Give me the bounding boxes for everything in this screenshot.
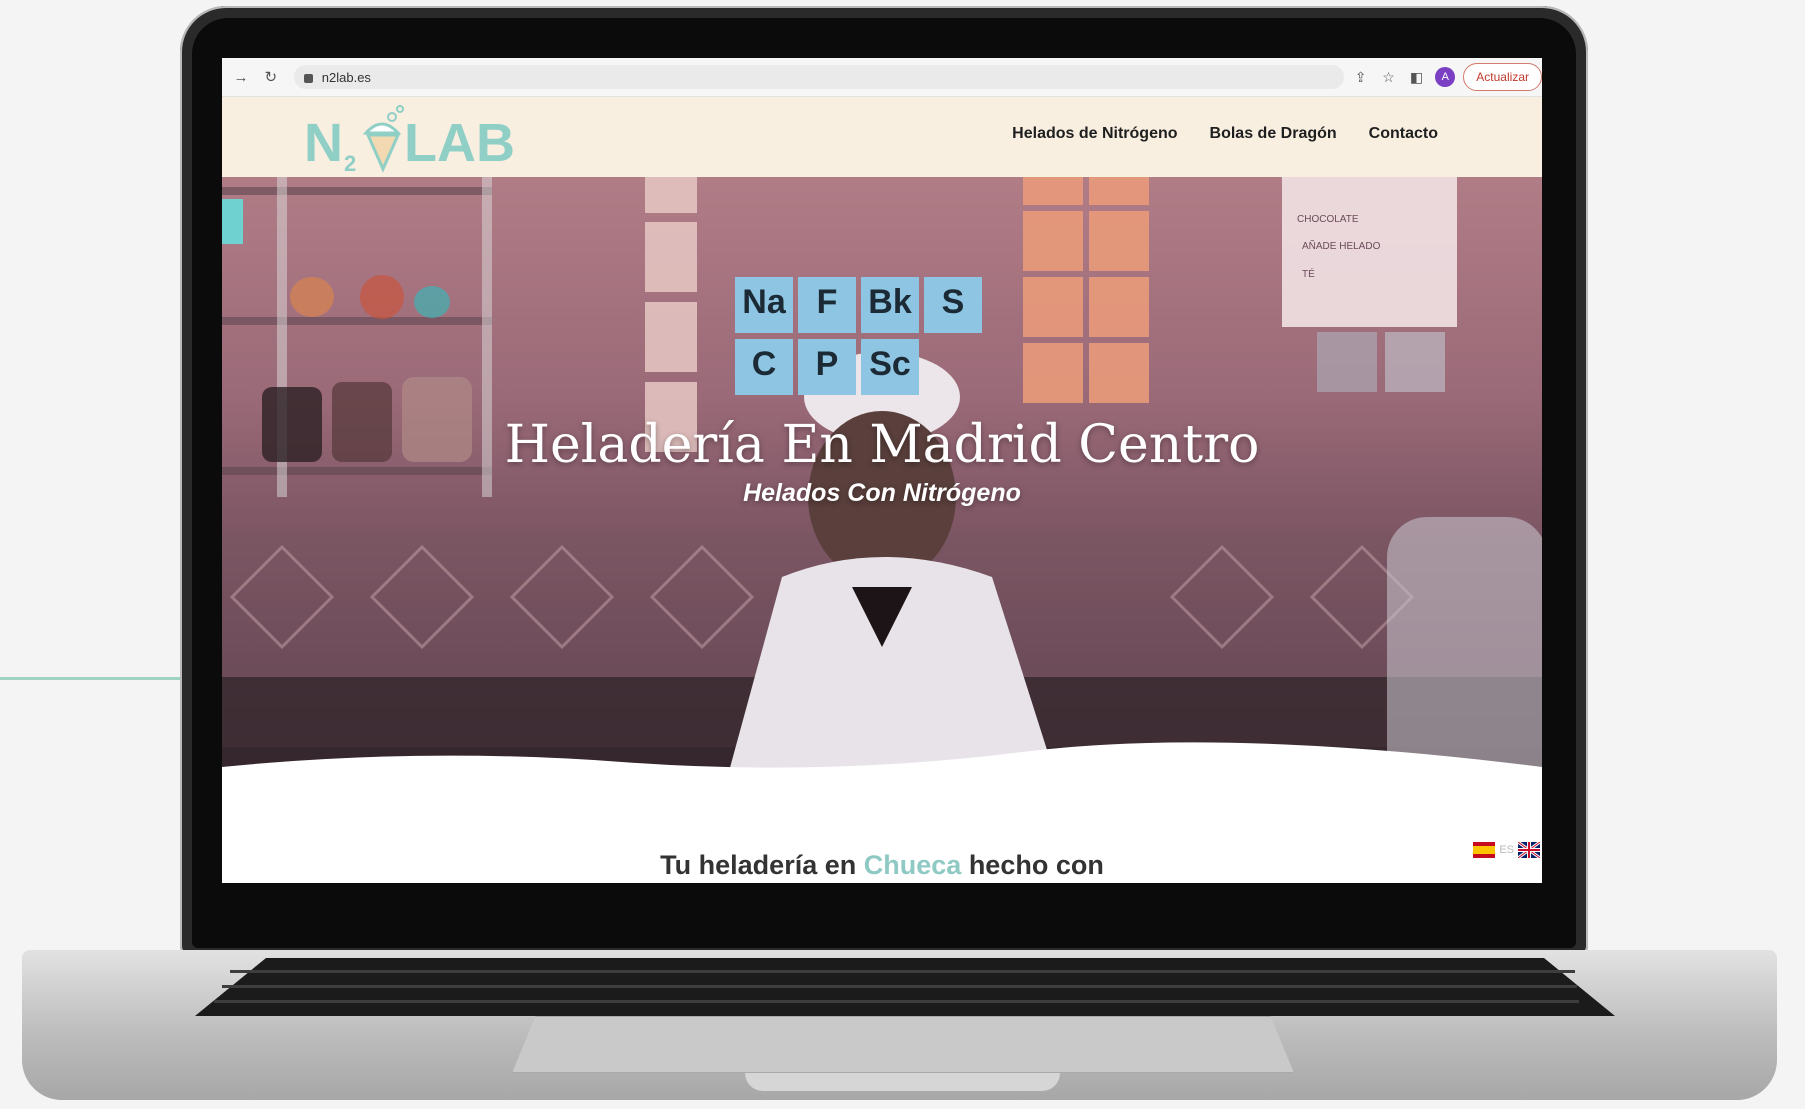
element-c: C bbox=[751, 345, 777, 383]
lang-es[interactable]: ES bbox=[1499, 844, 1514, 856]
hero-section: CHOCOLATE AÑADE HELADO TÉ Na F Bk S C P … bbox=[222, 177, 1542, 797]
n2lab-logo[interactable]: N 2 LAB bbox=[304, 105, 524, 175]
site-header: N 2 LAB Helados de Nitrógeno Bolas de Dr… bbox=[222, 97, 1542, 177]
forward-icon[interactable]: → bbox=[230, 66, 252, 88]
intro-heading: Tu heladería en Chueca hecho con bbox=[222, 850, 1542, 881]
language-switcher: ES bbox=[1473, 842, 1540, 858]
decorative-line bbox=[0, 677, 182, 680]
element-p: P bbox=[815, 345, 839, 383]
element-sc: Sc bbox=[869, 345, 911, 383]
nav-helados[interactable]: Helados de Nitrógeno bbox=[1012, 125, 1177, 143]
uk-flag-icon[interactable] bbox=[1518, 842, 1540, 858]
svg-text:N: N bbox=[304, 113, 343, 173]
url-text: n2lab.es bbox=[321, 69, 371, 85]
star-icon[interactable]: ☆ bbox=[1378, 66, 1400, 88]
hero-subtitle: Helados Con Nitrógeno bbox=[743, 479, 1021, 507]
side-panel-icon[interactable]: ◧ bbox=[1406, 66, 1428, 88]
browser-toolbar: → ↻ n2lab.es ⇪ ☆ ◧ A Actualizar bbox=[222, 58, 1542, 97]
element-f: F bbox=[816, 283, 838, 321]
laptop-hinge bbox=[745, 1073, 1060, 1091]
intro-text-after: hecho con bbox=[968, 850, 1104, 880]
element-s: S bbox=[941, 283, 965, 321]
intro-text-accent: Chueca bbox=[863, 850, 962, 880]
main-nav: Helados de Nitrógeno Bolas de Dragón Con… bbox=[1012, 125, 1438, 143]
intro-text-before: Tu heladería en bbox=[660, 850, 857, 880]
address-bar[interactable]: n2lab.es bbox=[293, 65, 1344, 89]
spain-flag-icon[interactable] bbox=[1473, 842, 1496, 858]
key-row bbox=[222, 985, 1577, 988]
laptop-trackpad bbox=[512, 1016, 1294, 1073]
key-row bbox=[230, 970, 1575, 973]
laptop-screen: → ↻ n2lab.es ⇪ ☆ ◧ A Actualizar N 2 LAB … bbox=[222, 58, 1542, 883]
update-button[interactable]: Actualizar bbox=[1463, 63, 1542, 91]
nav-bolas[interactable]: Bolas de Dragón bbox=[1210, 125, 1337, 143]
hero-title: Heladería En Madrid Centro bbox=[504, 415, 1260, 475]
svg-text:LAB: LAB bbox=[404, 113, 515, 173]
nav-contacto[interactable]: Contacto bbox=[1369, 125, 1438, 143]
share-icon[interactable]: ⇪ bbox=[1350, 66, 1372, 88]
lock-icon bbox=[303, 73, 313, 83]
svg-text:2: 2 bbox=[344, 151, 356, 175]
profile-avatar[interactable]: A bbox=[1435, 67, 1456, 87]
element-bk: Bk bbox=[868, 283, 912, 321]
element-na: Na bbox=[742, 283, 786, 321]
reload-icon[interactable]: ↻ bbox=[260, 66, 282, 88]
key-row bbox=[214, 1000, 1579, 1003]
